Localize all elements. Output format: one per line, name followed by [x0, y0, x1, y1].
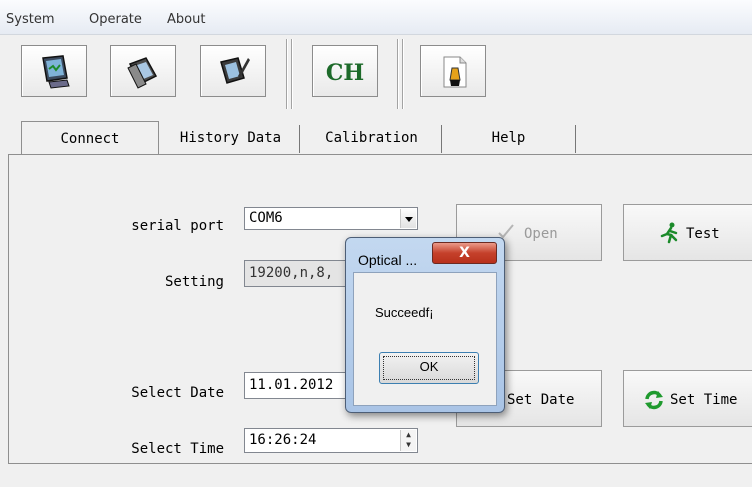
- dialog-title: Optical ...: [358, 252, 418, 268]
- monitor-device-icon: [42, 55, 70, 89]
- select-date-label: Select Date: [131, 385, 224, 401]
- tab-calibration[interactable]: Calibration: [302, 125, 442, 153]
- tab-history-data[interactable]: History Data: [162, 125, 300, 153]
- refresh-icon: [645, 390, 663, 410]
- chevron-down-icon[interactable]: [400, 209, 416, 228]
- menu-bar: System Operate About: [0, 0, 752, 35]
- stacked-devices-icon: [127, 57, 158, 89]
- ok-button[interactable]: OK: [379, 352, 479, 384]
- document-pen-button[interactable]: [420, 45, 486, 97]
- time-value: 16:26:24: [249, 432, 317, 448]
- ch-label: CH: [325, 60, 365, 86]
- tab-help[interactable]: Help: [442, 125, 576, 153]
- ok-button-label: OK: [419, 359, 439, 374]
- connect-device-button[interactable]: [21, 45, 87, 97]
- toolbar-separator: [291, 39, 292, 109]
- tab-connect[interactable]: Connect: [21, 121, 159, 155]
- toolbar: CH: [0, 35, 752, 115]
- toolbar-separator: [397, 39, 398, 109]
- close-icon: X: [459, 245, 470, 261]
- close-button[interactable]: X: [432, 242, 497, 264]
- test-button-label: Test: [686, 226, 720, 242]
- setting-field: 19200,n,8,: [244, 260, 354, 287]
- serial-port-label: serial port: [131, 218, 224, 234]
- time-field[interactable]: 16:26:24 ▲ ▼: [244, 428, 418, 453]
- message-dialog: Optical ... X Succeedf¡ OK: [345, 237, 505, 413]
- setting-value: 19200,n,8,: [249, 265, 334, 281]
- menu-about[interactable]: About: [167, 12, 205, 27]
- spin-down-icon[interactable]: ▼: [401, 440, 416, 450]
- language-ch-button[interactable]: CH: [312, 45, 378, 97]
- history-device-button[interactable]: [110, 45, 176, 97]
- dialog-body: Succeedf¡ OK: [353, 272, 497, 406]
- set-time-button[interactable]: Set Time: [623, 370, 752, 427]
- tab-strip: Connect History Data Calibration Help: [0, 121, 752, 156]
- document-pen-icon: [443, 56, 467, 88]
- calibration-device-button[interactable]: [200, 45, 266, 97]
- setting-label: Setting: [164, 274, 224, 290]
- set-date-button-label: Set Date: [507, 392, 575, 408]
- spin-up-icon[interactable]: ▲: [401, 430, 416, 440]
- toolbar-separator: [402, 39, 403, 109]
- time-spinner[interactable]: ▲ ▼: [400, 430, 416, 451]
- menu-operate[interactable]: Operate: [89, 12, 142, 27]
- menu-system[interactable]: System: [6, 12, 54, 27]
- dialog-message: Succeedf¡: [375, 305, 434, 320]
- running-man-icon: [660, 222, 678, 244]
- set-time-button-label: Set Time: [670, 392, 738, 408]
- date-value: 11.01.2012: [249, 377, 334, 393]
- open-button-label: Open: [524, 226, 558, 242]
- serial-port-select[interactable]: COM6: [244, 207, 418, 230]
- device-pen-icon: [220, 57, 250, 84]
- test-button[interactable]: Test: [623, 204, 752, 261]
- toolbar-separator: [286, 39, 287, 109]
- date-field[interactable]: 11.01.2012: [244, 372, 354, 399]
- serial-port-value: COM6: [249, 210, 283, 226]
- select-time-label: Select Time: [131, 441, 224, 457]
